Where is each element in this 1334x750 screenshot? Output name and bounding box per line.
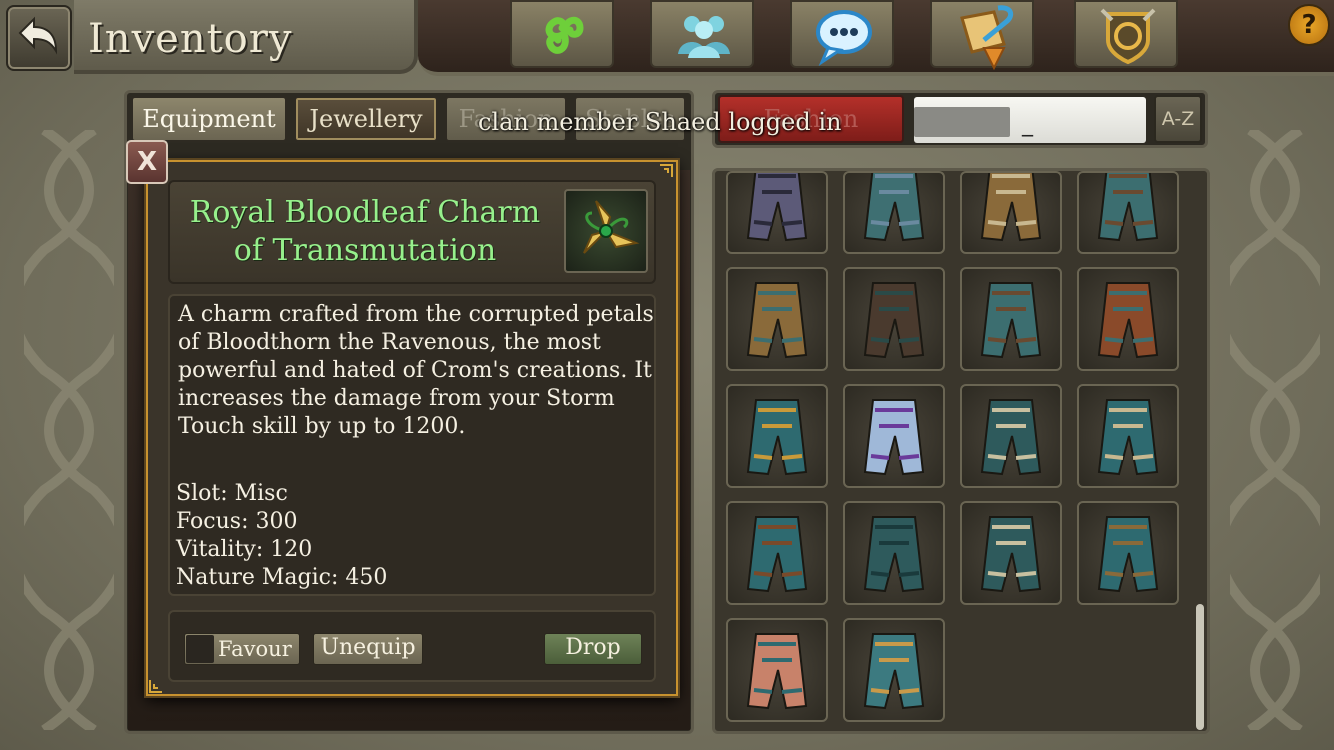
people-icon	[678, 16, 730, 58]
inventory-slot[interactable]	[726, 267, 828, 371]
inventory-slot[interactable]	[726, 618, 828, 722]
leggings-icon	[863, 282, 925, 359]
kilt-icon	[863, 173, 925, 242]
celtic-knot-left-icon	[24, 130, 114, 730]
glove-icon	[1097, 282, 1159, 359]
inventory-slot[interactable]	[843, 267, 945, 371]
favour-checkbox[interactable]	[186, 635, 214, 663]
inventory-slot[interactable]	[726, 501, 828, 605]
tunic-icon	[746, 399, 808, 476]
inventory-slot[interactable]	[726, 384, 828, 488]
bloodleaf-charm-icon	[583, 200, 640, 254]
stat-focus: Focus: 300	[176, 509, 298, 534]
inventory-slot[interactable]	[1077, 384, 1179, 488]
stat-nature-magic: Nature Magic: 450	[176, 565, 388, 590]
inventory-slot[interactable]	[1077, 171, 1179, 254]
quests-button[interactable]	[930, 0, 1034, 70]
inventory-slot[interactable]	[843, 618, 945, 722]
tab-equipment[interactable]: Equipment	[131, 96, 287, 142]
tabard-icon	[1097, 516, 1159, 593]
back-arrow-icon	[18, 16, 58, 55]
chat-button[interactable]	[790, 0, 894, 68]
unequip-button[interactable]: Unequip	[313, 633, 423, 665]
plaid-trousers-icon	[863, 516, 925, 593]
triskele-icon	[545, 16, 584, 54]
social-button[interactable]	[650, 0, 754, 68]
corner-ornament-icon	[660, 164, 673, 177]
inventory-slot[interactable]	[960, 384, 1062, 488]
inventory-slot[interactable]	[843, 171, 945, 254]
crystal-wand-icon	[863, 399, 925, 476]
close-tooltip-button[interactable]: X	[126, 140, 168, 184]
corner-ornament-icon	[149, 680, 162, 693]
drop-button[interactable]: Drop	[544, 633, 642, 665]
search-input-fill	[914, 107, 1010, 137]
item-description: A charm crafted from the corrupted petal…	[178, 302, 654, 439]
inventory-slot[interactable]	[843, 384, 945, 488]
skirt-icon	[1097, 399, 1159, 476]
item-icon-frame	[564, 189, 648, 273]
clan-notification: clan member Shaed logged in	[478, 108, 842, 136]
scroll-quill-icon	[960, 5, 1014, 70]
tall-boots-icon	[746, 516, 808, 593]
chest-armor-icon	[746, 173, 808, 242]
back-button[interactable]	[6, 5, 72, 71]
item-name-line-2: of Transmutation	[233, 233, 497, 268]
celtic-knot-right-icon	[1230, 130, 1320, 730]
inventory-slot[interactable]	[960, 267, 1062, 371]
help-button[interactable]: ?	[1288, 4, 1330, 46]
item-name: Royal Bloodleaf Charm of Transmutation	[170, 194, 560, 270]
inventory-scrollbar[interactable]	[1196, 604, 1204, 730]
sort-az-button[interactable]: A-Z	[1154, 95, 1202, 143]
clan-button[interactable]	[1074, 0, 1178, 68]
boots-icon	[1097, 173, 1159, 242]
inventory-slot[interactable]	[960, 171, 1062, 254]
search-cursor: _	[1022, 112, 1033, 137]
skills-button[interactable]	[510, 0, 614, 68]
speech-bubble-icon	[816, 10, 872, 66]
fur-boots-icon	[980, 516, 1042, 593]
fur-boots-icon	[980, 399, 1042, 476]
favour-label: Favour	[218, 637, 292, 661]
crest-shield-icon	[1100, 8, 1156, 65]
inventory-slot[interactable]	[960, 501, 1062, 605]
inventory-slot[interactable]	[726, 171, 828, 254]
stat-slot: Slot: Misc	[176, 481, 288, 506]
boots-icon	[980, 282, 1042, 359]
inventory-slot[interactable]	[1077, 267, 1179, 371]
pauldron-icon	[980, 173, 1042, 242]
gauntlet-icon	[863, 633, 925, 710]
inventory-slot[interactable]	[843, 501, 945, 605]
item-name-line-1: Royal Bloodleaf Charm	[189, 195, 541, 230]
tab-jewellery[interactable]: Jewellery	[294, 96, 438, 142]
stat-vitality: Vitality: 120	[176, 537, 313, 562]
page-title: Inventory	[88, 16, 293, 62]
bracer-icon	[746, 282, 808, 359]
inventory-slot[interactable]	[1077, 501, 1179, 605]
tattoo-top-icon	[746, 633, 808, 710]
